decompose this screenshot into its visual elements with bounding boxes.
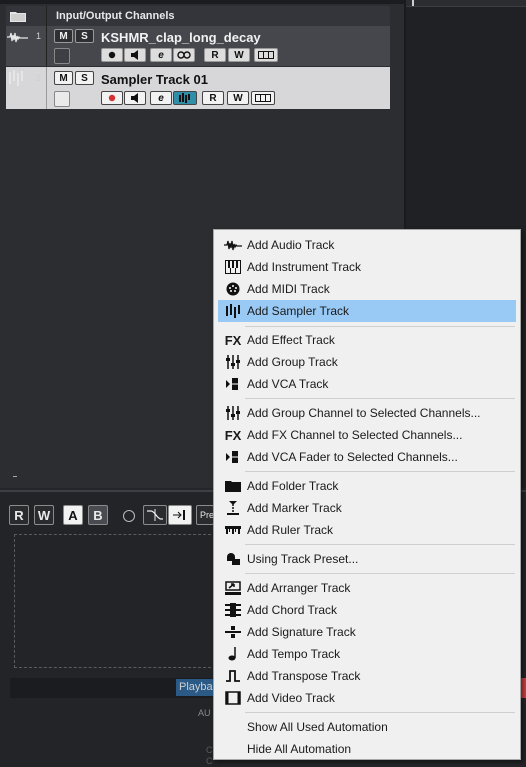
menu-item-add-group-track[interactable]: Add Group Track — [218, 351, 516, 373]
track-name[interactable]: Sampler Track 01 — [101, 72, 208, 87]
menu-item-add-tempo-track[interactable]: Add Tempo Track — [218, 643, 516, 665]
write-automation-button[interactable]: W — [228, 48, 250, 62]
link-icon[interactable] — [173, 48, 195, 62]
vca-icon — [222, 448, 244, 466]
audio-track-row[interactable]: 1 M S KSHMR_clap_long_decay e R W — [6, 26, 390, 66]
record-enable-button[interactable] — [101, 48, 123, 62]
menu-item-add-audio-track[interactable]: Add Audio Track — [218, 234, 516, 256]
menu-item-add-group-channel[interactable]: Add Group Channel to Selected Channels..… — [218, 402, 516, 424]
split-arrow-icon[interactable] — [168, 505, 192, 525]
track-list-top-bar — [0, 0, 404, 4]
monitor-button[interactable] — [124, 48, 146, 62]
fx-icon: FX — [224, 427, 242, 443]
read-all-button[interactable]: R — [9, 505, 29, 525]
vca-icon — [222, 375, 244, 393]
menu-separator — [245, 573, 515, 574]
track-color-swatch[interactable] — [54, 91, 70, 107]
group-faders-icon — [222, 404, 244, 422]
monitor-button[interactable] — [124, 91, 146, 105]
folder-track-row[interactable]: Input/Output Channels — [6, 6, 390, 26]
track-number: 1 — [36, 31, 42, 41]
playback-label[interactable]: Playba — [176, 679, 214, 696]
folder-track-name[interactable]: Input/Output Channels — [56, 10, 175, 22]
menu-separator — [245, 544, 515, 545]
menu-item-add-effect-track[interactable]: FX Add Effect Track — [218, 329, 516, 351]
sampler-track-row[interactable]: 2 M S Sampler Track 01 e R W — [6, 67, 390, 109]
solo-button[interactable]: S — [75, 71, 94, 85]
menu-item-add-marker-track[interactable]: Add Marker Track — [218, 497, 516, 519]
curve-icon[interactable] — [143, 505, 167, 525]
read-automation-button[interactable]: R — [202, 91, 224, 105]
lanes-icon[interactable] — [254, 48, 278, 62]
ruler[interactable] — [406, 0, 526, 7]
folder-icon — [222, 477, 244, 495]
write-all-button[interactable]: W — [34, 505, 54, 525]
video-film-icon — [222, 689, 244, 707]
menu-separator — [245, 712, 515, 713]
track-color-swatch[interactable] — [54, 48, 70, 64]
project-cursor — [412, 0, 414, 6]
menu-item-add-vca-fader[interactable]: Add VCA Fader to Selected Channels... — [218, 446, 516, 468]
tempo-note-icon — [222, 645, 244, 663]
sampler-control-button[interactable] — [173, 91, 197, 105]
read-automation-button[interactable]: R — [204, 48, 226, 62]
menu-item-add-fx-channel[interactable]: FX Add FX Channel to Selected Channels..… — [218, 424, 516, 446]
menu-item-add-ruler-track[interactable]: Add Ruler Track — [218, 519, 516, 541]
chord-icon — [222, 601, 244, 619]
divider — [46, 67, 47, 109]
menu-item-add-midi-track[interactable]: Add MIDI Track — [218, 278, 516, 300]
transpose-icon — [222, 667, 244, 685]
menu-item-add-arranger-track[interactable]: Add Arranger Track — [218, 577, 516, 599]
divider — [46, 26, 47, 66]
audio-waveform-icon — [7, 30, 29, 44]
menu-item-show-all-used-automation[interactable]: Show All Used Automation — [218, 716, 516, 738]
write-automation-button[interactable]: W — [227, 91, 249, 105]
edit-channel-button[interactable]: e — [150, 91, 172, 105]
record-enable-button[interactable] — [101, 91, 123, 105]
menu-item-add-video-track[interactable]: Add Video Track — [218, 687, 516, 709]
side-label-1: C — [206, 745, 213, 755]
track-name[interactable]: KSHMR_clap_long_decay — [101, 30, 261, 45]
track-preset-icon — [222, 550, 244, 568]
track-number: 2 — [36, 73, 42, 83]
dash-marker — [13, 476, 17, 477]
mute-button[interactable]: M — [54, 29, 73, 43]
add-track-context-menu: Add Audio Track Add Instrument Track Add… — [213, 229, 521, 760]
folder-icon — [10, 9, 26, 22]
b-button[interactable]: B — [88, 505, 108, 525]
edit-channel-button[interactable]: e — [150, 48, 172, 62]
fx-icon: FX — [224, 332, 242, 348]
ruler-icon — [222, 521, 244, 539]
menu-item-add-sampler-track[interactable]: Add Sampler Track — [218, 300, 516, 322]
menu-separator — [245, 471, 515, 472]
divider — [46, 6, 47, 26]
sampler-icon — [222, 302, 244, 320]
auto-label: AU — [198, 708, 211, 718]
piano-keys-icon — [222, 258, 244, 276]
arranger-icon — [222, 579, 244, 597]
menu-item-add-vca-track[interactable]: Add VCA Track — [218, 373, 516, 395]
signature-icon — [222, 623, 244, 641]
menu-item-using-track-preset[interactable]: Using Track Preset... — [218, 548, 516, 570]
preset-button[interactable]: Pre — [196, 505, 214, 525]
menu-item-add-transpose-track[interactable]: Add Transpose Track — [218, 665, 516, 687]
menu-item-add-chord-track[interactable]: Add Chord Track — [218, 599, 516, 621]
drop-zone[interactable] — [14, 534, 216, 668]
mute-button[interactable]: M — [54, 71, 73, 85]
menu-separator — [245, 326, 515, 327]
menu-item-add-folder-track[interactable]: Add Folder Track — [218, 475, 516, 497]
a-button[interactable]: A — [63, 505, 83, 525]
menu-separator — [245, 398, 515, 399]
sampler-icon — [8, 70, 28, 86]
lanes-icon[interactable] — [251, 91, 275, 105]
solo-button[interactable]: S — [75, 29, 94, 43]
marker-icon — [222, 499, 244, 517]
audio-waveform-icon — [222, 236, 244, 254]
midi-plug-icon — [222, 280, 244, 298]
menu-item-add-instrument-track[interactable]: Add Instrument Track — [218, 256, 516, 278]
circle-toggle-icon[interactable] — [123, 510, 135, 522]
menu-item-add-signature-track[interactable]: Add Signature Track — [218, 621, 516, 643]
menu-item-hide-all-automation[interactable]: Hide All Automation — [218, 738, 516, 760]
group-faders-icon — [222, 353, 244, 371]
